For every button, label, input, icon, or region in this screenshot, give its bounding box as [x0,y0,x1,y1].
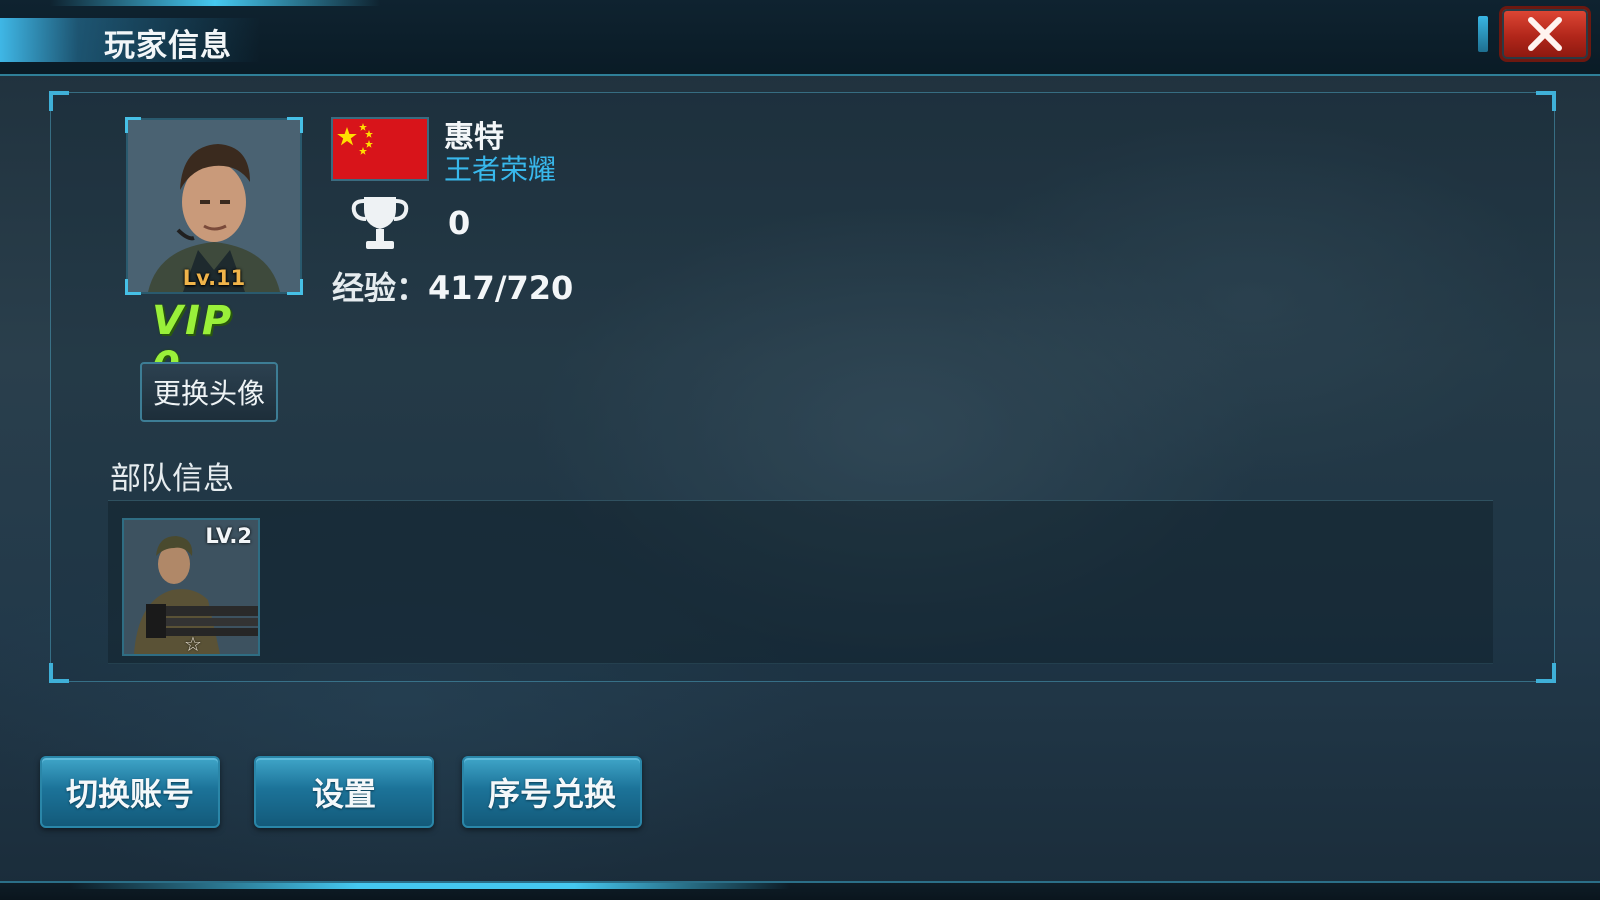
troop-star-icon: ☆ [184,632,202,656]
vip-badge: VIP 0 [152,298,234,390]
panel-corner [1536,663,1556,683]
top-bar: 玩家信息 [0,0,1600,76]
frame-corner [124,520,135,531]
bottom-bar [0,881,1600,900]
redeem-code-button[interactable]: 序号兑换 [462,756,642,828]
player-avatar[interactable]: Lv.11 [125,117,303,295]
close-x-icon [1528,17,1562,51]
guild-name[interactable]: 王者荣耀 [444,148,556,188]
troop-list [108,500,1493,664]
switch-account-button[interactable]: 切换账号 [40,756,220,828]
troop-card[interactable]: LV.2 ☆ [122,518,260,656]
panel-corner [49,663,69,683]
experience-label: 经验： [332,269,429,307]
china-flag-icon [331,117,429,181]
frame-corner [247,643,258,654]
troop-level: LV.2 [205,524,252,548]
trophy-icon [351,197,409,249]
top-bar-glow [50,0,380,6]
panel-corner [1536,91,1556,111]
experience-value: 417/720 [428,269,574,307]
frame-corner [125,117,141,133]
close-button-accent [1478,16,1488,52]
change-avatar-button[interactable]: 更换头像 [140,362,278,422]
panel-corner [49,91,69,111]
experience-text: 经验：417/720 [332,263,573,309]
frame-corner [124,643,135,654]
player-level: Lv.11 [182,266,246,290]
troop-section-title: 部队信息 [110,461,234,497]
frame-corner [287,117,303,133]
settings-button[interactable]: 设置 [254,756,434,828]
page-title: 玩家信息 [104,28,232,64]
close-button[interactable] [1499,6,1591,62]
flag-stars [337,123,373,155]
trophy-count: 0 [448,204,471,242]
bottom-bar-glow [70,883,790,889]
